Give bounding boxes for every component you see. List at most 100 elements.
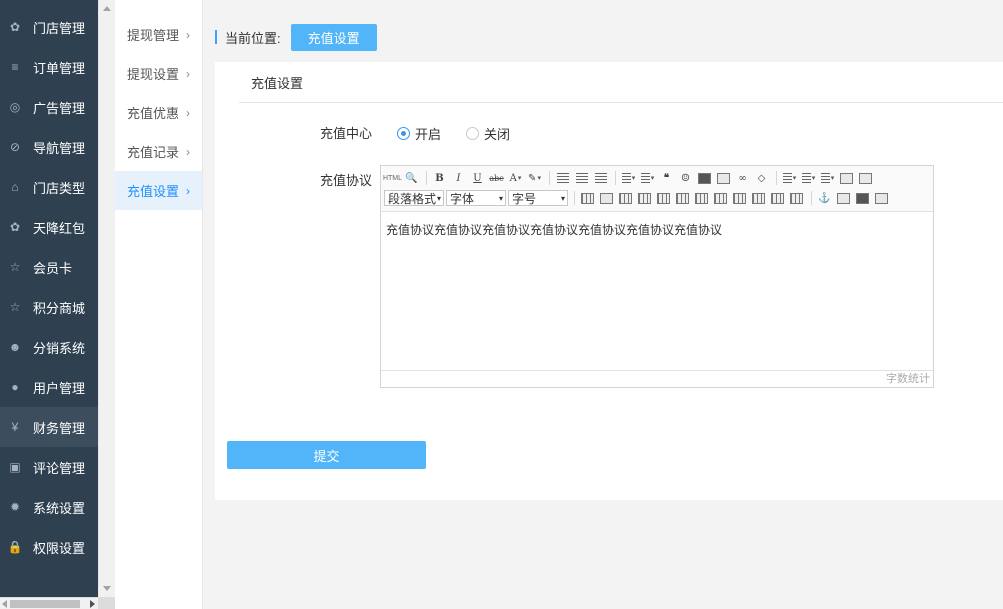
paragraph-align-icon[interactable] xyxy=(781,170,798,187)
submenu-item-2[interactable]: 充值优惠 › xyxy=(115,93,202,132)
nav-item-4[interactable]: ⌂ 门店类型 xyxy=(0,167,98,207)
users-icon: ☻ xyxy=(8,340,22,354)
nav-item-9[interactable]: ● 用户管理 xyxy=(0,367,98,407)
main-content: 当前位置: 充值设置 充值设置 充值中心 开启 关闭 充值协议 HTML 🔍 B… xyxy=(203,0,1003,609)
nav-item-10[interactable]: ¥ 财务管理 xyxy=(0,407,98,447)
unordered-list-icon[interactable] xyxy=(639,170,656,187)
indent-icon[interactable] xyxy=(838,170,855,187)
fullscreen-icon[interactable] xyxy=(857,170,874,187)
nav-item-2[interactable]: ◎ 广告管理 xyxy=(0,87,98,127)
nav-item-13[interactable]: 🔒 权限设置 xyxy=(0,527,98,567)
merge-down-icon[interactable] xyxy=(750,190,767,207)
align-right-icon[interactable] xyxy=(592,170,609,187)
scroll-up-arrow-icon[interactable] xyxy=(103,6,111,11)
insert-column-icon[interactable] xyxy=(636,190,653,207)
nav-item-11[interactable]: ▣ 评论管理 xyxy=(0,447,98,487)
eraser-icon[interactable]: ◇ xyxy=(753,170,770,187)
split-cell-icon[interactable] xyxy=(693,190,710,207)
html-source-button[interactable]: HTML xyxy=(383,170,402,187)
cubes-icon: ✿ xyxy=(9,20,21,34)
video-icon[interactable] xyxy=(715,170,732,187)
blockquote-icon[interactable]: ❝ xyxy=(658,170,675,187)
nav-item-0[interactable]: ✿ 门店管理 xyxy=(0,7,98,47)
emoticon-icon[interactable]: ☺ xyxy=(677,170,694,187)
radio-disable-label: 关闭 xyxy=(484,127,511,142)
insert-row-icon[interactable] xyxy=(617,190,634,207)
radio-disable-dot[interactable] xyxy=(466,127,479,140)
highlight-color-icon[interactable]: ✎ xyxy=(526,170,543,187)
font-family-select[interactable]: 字体 xyxy=(446,190,506,206)
split-rows-icon[interactable] xyxy=(769,190,786,207)
radio-enable-dot[interactable] xyxy=(397,127,410,140)
sidebar-vertical-scrollbar[interactable] xyxy=(98,0,115,597)
nav-item-label: 会员卡 xyxy=(33,260,73,276)
breadcrumb-prefix: 当前位置: xyxy=(225,30,281,46)
star-icon: ☆ xyxy=(9,300,21,314)
chevron-right-icon: › xyxy=(186,105,190,120)
nav-item-6[interactable]: ☆ 会员卡 xyxy=(0,247,98,287)
submenu-item-3[interactable]: 充值记录 › xyxy=(115,132,202,171)
scroll-left-arrow-icon[interactable] xyxy=(2,600,7,608)
merge-right-icon[interactable] xyxy=(731,190,748,207)
underline-icon[interactable]: U xyxy=(469,170,486,187)
breadcrumb-current-button[interactable]: 充值设置 xyxy=(290,23,377,51)
ordered-list-icon[interactable] xyxy=(620,170,637,187)
font-color-icon[interactable]: A xyxy=(507,170,524,187)
italic-icon[interactable]: I xyxy=(450,170,467,187)
radio-enable[interactable]: 开启 xyxy=(397,124,441,143)
insert-image-icon[interactable] xyxy=(835,190,852,207)
delete-column-icon[interactable] xyxy=(674,190,691,207)
submit-button[interactable]: 提交 xyxy=(227,441,426,469)
nav-item-7[interactable]: ☆ 积分商城 xyxy=(0,287,98,327)
table-properties-icon[interactable] xyxy=(598,190,615,207)
font-size-select[interactable]: 字号 xyxy=(508,190,568,206)
submenu-item-0[interactable]: 提现管理 › xyxy=(115,15,202,54)
scrollbar-thumb[interactable] xyxy=(10,600,80,608)
format-brush-icon[interactable] xyxy=(800,170,817,187)
radio-disable[interactable]: 关闭 xyxy=(466,124,510,143)
scroll-right-arrow-icon[interactable] xyxy=(90,600,95,608)
template-icon[interactable] xyxy=(873,190,890,207)
anchor-icon[interactable]: ⚓ xyxy=(816,190,833,207)
nav-item-label: 门店类型 xyxy=(33,180,86,196)
toolbar-separator xyxy=(615,171,616,185)
nav-item-1[interactable]: ≡ 订单管理 xyxy=(0,47,98,87)
star-icon: ☆ xyxy=(9,260,21,274)
rich-text-editor: HTML 🔍 B I U abc A ✎ ❝ xyxy=(380,165,934,388)
toolbar-row-1: HTML 🔍 B I U abc A ✎ ❝ xyxy=(383,169,876,187)
nav-item-label: 用户管理 xyxy=(33,380,86,396)
nav-item-3[interactable]: ⊘ 导航管理 xyxy=(0,127,98,167)
main-sidebar: ✿ 门店管理 ≡ 订单管理 ◎ 广告管理 ⊘ 导航管理 ⌂ 门店类型 ✿ 天降红包 ☆ 会员卡 ☆ 积分商城 ☻… xyxy=(0,0,98,597)
nav-item-8[interactable]: ☻ 分销系统 xyxy=(0,327,98,367)
print-icon[interactable] xyxy=(854,190,871,207)
table-icon[interactable] xyxy=(579,190,596,207)
tab-recharge-settings[interactable]: 充值设置 xyxy=(239,62,1003,103)
nav-item-label: 财务管理 xyxy=(33,420,86,436)
editor-content-area[interactable]: 充值协议充值协议充值协议充值协议充值协议充值协议充值协议 xyxy=(381,212,933,370)
preview-icon[interactable]: 🔍 xyxy=(403,170,420,187)
submenu-item-4[interactable]: 充值设置 › xyxy=(115,171,202,210)
nav-item-12[interactable]: ✹ 系统设置 xyxy=(0,487,98,527)
strikethrough-icon[interactable]: abc xyxy=(488,170,505,187)
sidebar-horizontal-scrollbar[interactable] xyxy=(0,597,98,609)
list-icon: ≡ xyxy=(11,60,19,74)
line-height-icon[interactable] xyxy=(819,170,836,187)
delete-row-icon[interactable] xyxy=(655,190,672,207)
gear-icon: ✹ xyxy=(9,500,21,514)
submenu-item-label: 充值优惠 xyxy=(127,106,180,121)
paragraph-format-select[interactable]: 段落格式 xyxy=(384,190,444,206)
scroll-down-arrow-icon[interactable] xyxy=(103,586,111,591)
link-icon[interactable]: ∞ xyxy=(734,170,751,187)
merge-cells-icon[interactable] xyxy=(712,190,729,207)
toolbar-separator xyxy=(549,171,550,185)
align-center-icon[interactable] xyxy=(573,170,590,187)
toolbar-separator xyxy=(811,191,812,205)
image-icon[interactable] xyxy=(696,170,713,187)
align-left-icon[interactable] xyxy=(554,170,571,187)
nav-item-5[interactable]: ✿ 天降红包 xyxy=(0,207,98,247)
nav-item-label: 订单管理 xyxy=(33,60,86,76)
submenu-item-1[interactable]: 提现设置 › xyxy=(115,54,202,93)
bold-icon[interactable]: B xyxy=(431,170,448,187)
split-columns-icon[interactable] xyxy=(788,190,805,207)
compass-icon: ⊘ xyxy=(9,140,21,154)
